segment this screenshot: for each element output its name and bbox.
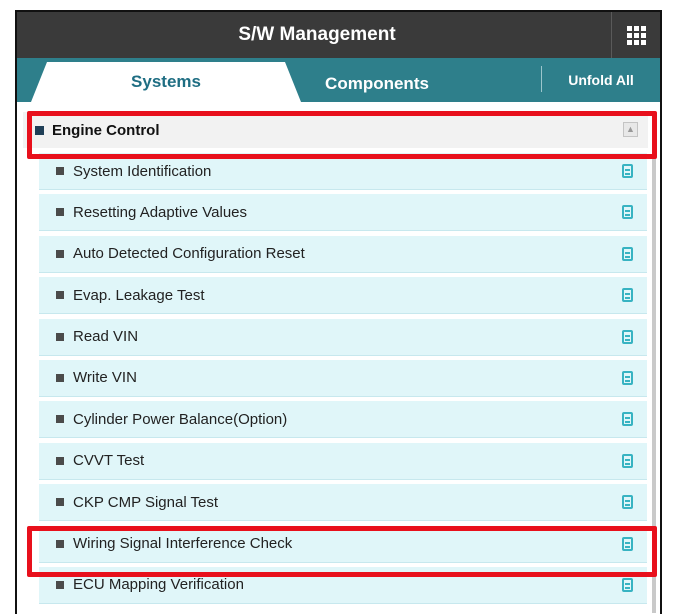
bullet-icon <box>35 125 44 135</box>
list-item[interactable]: Wiring Signal Interference Check <box>39 525 647 563</box>
tab-bar: Systems Components Unfold All <box>17 58 660 102</box>
document-icon[interactable] <box>622 577 633 592</box>
bullet-icon <box>56 249 64 258</box>
bullet-icon <box>56 332 64 341</box>
item-label: Wiring Signal Interference Check <box>73 535 293 553</box>
list-item[interactable]: Evap. Leakage Test <box>39 277 647 315</box>
list-item[interactable]: System Identification <box>39 153 647 190</box>
list-item[interactable]: CKP CMP Signal Test <box>39 484 647 522</box>
document-icon[interactable] <box>622 370 633 385</box>
app-header: S/W Management <box>17 12 660 58</box>
document-icon[interactable] <box>622 246 633 261</box>
document-icon[interactable] <box>622 164 633 178</box>
document-icon[interactable] <box>622 453 633 468</box>
item-label: CKP CMP Signal Test <box>73 493 219 511</box>
bullet-icon <box>56 167 64 175</box>
list-item[interactable]: Write VIN <box>39 359 647 397</box>
list-item[interactable]: ECU Mapping Verification <box>39 566 647 604</box>
grid-icon <box>626 25 646 45</box>
item-label: Write VIN <box>73 369 137 387</box>
collapse-icon[interactable]: ▲ <box>623 122 638 137</box>
page-title: S/W Management <box>238 24 396 45</box>
bullet-icon <box>56 208 64 217</box>
item-label: Auto Detected Configuration Reset <box>73 245 305 263</box>
bullet-icon <box>56 498 64 507</box>
bullet-icon <box>56 580 64 589</box>
document-icon[interactable] <box>622 536 633 551</box>
item-label: CVVT Test <box>73 452 145 470</box>
bullet-icon <box>56 373 64 382</box>
list-item[interactable]: Cylinder Power Balance(Option) <box>39 401 647 439</box>
document-icon[interactable] <box>622 412 633 427</box>
bullet-icon <box>56 456 64 465</box>
document-icon[interactable] <box>622 495 633 510</box>
sw-management-window: S/W Management Systems Components Unfold… <box>15 10 662 614</box>
list-item[interactable]: CVVT Test <box>39 442 647 480</box>
list-item[interactable]: Read VIN <box>39 318 647 356</box>
document-icon[interactable] <box>622 205 633 220</box>
unfold-all-button[interactable]: Unfold All <box>542 58 660 102</box>
tab-systems[interactable]: Systems <box>31 62 301 102</box>
tab-components[interactable]: Components <box>287 66 467 102</box>
scrollbar[interactable] <box>652 153 656 613</box>
document-icon[interactable] <box>622 329 633 344</box>
list-item[interactable]: Resetting Adaptive Values <box>39 194 647 232</box>
item-label: Cylinder Power Balance(Option) <box>73 410 288 428</box>
bullet-icon <box>56 539 64 548</box>
document-icon[interactable] <box>622 288 633 303</box>
function-list: System Identification Resetting Adaptive… <box>39 153 647 608</box>
list-item[interactable]: Auto Detected Configuration Reset <box>39 235 647 273</box>
menu-button[interactable] <box>611 12 660 58</box>
item-label: Read VIN <box>73 328 139 346</box>
group-header-engine-control[interactable]: Engine Control ▲ <box>23 112 648 148</box>
item-label: Resetting Adaptive Values <box>73 203 248 221</box>
item-label: Evap. Leakage Test <box>73 286 205 304</box>
bullet-icon <box>56 291 64 300</box>
bullet-icon <box>56 415 64 424</box>
item-label: System Identification <box>73 162 212 180</box>
item-label: ECU Mapping Verification <box>73 576 244 594</box>
group-label: Engine Control <box>52 121 160 139</box>
